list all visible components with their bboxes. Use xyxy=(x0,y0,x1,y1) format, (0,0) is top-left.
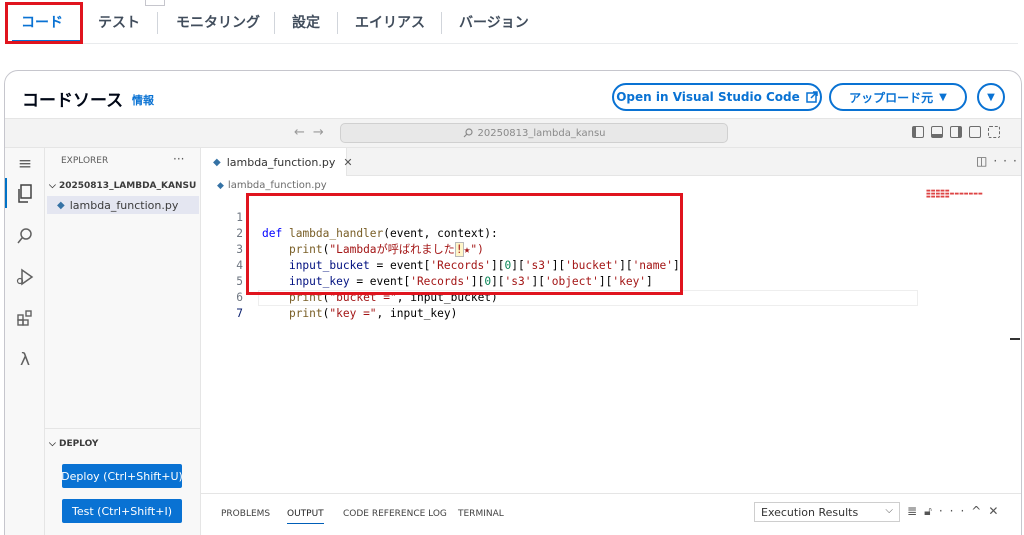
deploy-button[interactable]: Deploy (Ctrl+Shift+U) xyxy=(61,464,183,488)
breadcrumb[interactable]: ◆ lambda_function.py xyxy=(217,180,327,191)
chevron-down-icon: ⌵ xyxy=(49,181,56,191)
tab-divider xyxy=(441,12,442,34)
close-icon[interactable]: ✕ xyxy=(343,156,352,169)
breadcrumb-file: lambda_function.py xyxy=(227,180,327,191)
lock-icon[interactable]: 🔓︎ xyxy=(924,504,939,518)
explorer-title: EXPLORER xyxy=(61,156,109,166)
upload-from-button[interactable]: アップロード元 ▼ xyxy=(829,83,967,111)
run-debug-icon[interactable] xyxy=(13,265,37,289)
chevron-down-icon: ⌵ xyxy=(885,505,893,516)
toggle-secondary-sidebar-icon[interactable] xyxy=(950,126,962,138)
panel-actions: ≣🔓︎···^✕ xyxy=(907,504,1005,519)
explorer-sidebar: EXPLORER ··· ⌵ 20250813_LAMBDA_KANSU ◆ l… xyxy=(45,148,201,535)
open-vscode-button[interactable]: Open in Visual Studio Code xyxy=(612,83,822,111)
command-search-text: 20250813_lambda_kansu xyxy=(477,127,606,139)
collapse-panel-button[interactable]: ▼ xyxy=(977,83,1005,111)
editor-tab-strip: ◆ lambda_function.py ✕ ◫··· xyxy=(201,148,1021,176)
tab-test[interactable]: テスト xyxy=(98,12,140,32)
tab-versions[interactable]: バージョン xyxy=(459,12,529,32)
layout-controls xyxy=(912,126,1000,138)
scrollbar-marker[interactable] xyxy=(1010,338,1020,340)
search-icon[interactable] xyxy=(13,224,37,248)
active-view-indicator xyxy=(5,178,7,208)
toggle-panel-icon[interactable] xyxy=(931,126,943,138)
code-line: 1 def lambda_handler(event, context): xyxy=(201,194,921,240)
tab-divider xyxy=(274,12,275,34)
annotation-highlight-tab xyxy=(5,2,83,44)
python-file-icon: ◆ xyxy=(57,199,65,211)
chevron-down-icon: ⌵ xyxy=(49,439,56,449)
word-wrap-icon[interactable]: ≣ xyxy=(907,504,924,518)
code-editor: ◆ lambda_function.py ✕ ◫··· ◆ lambda_fun… xyxy=(201,148,1021,535)
arrow-right-icon[interactable]: → xyxy=(313,125,332,140)
folder-item[interactable]: ⌵ 20250813_LAMBDA_KANSU xyxy=(49,181,196,191)
search-icon xyxy=(463,128,473,138)
tab-problems[interactable]: PROBLEMS xyxy=(221,509,270,519)
folder-name: 20250813_LAMBDA_KANSU xyxy=(58,181,197,191)
split-editor-icon[interactable]: ◫ xyxy=(976,154,993,168)
code-line: 4 input_key = event['Records'][0]['s3'][… xyxy=(201,242,921,288)
line-number: 7 xyxy=(236,307,243,320)
tab-bar-border xyxy=(8,43,1018,44)
code-line: 5 print("bucket =", input_bucket) xyxy=(201,258,921,304)
toggle-sidebar-icon[interactable] xyxy=(912,126,924,138)
nav-arrows[interactable]: ←→ xyxy=(294,125,332,140)
test-button[interactable]: Test (Ctrl+Shift+I) xyxy=(62,499,182,523)
tab-aliases[interactable]: エイリアス xyxy=(355,12,425,32)
tab-divider xyxy=(337,12,338,34)
code-string: "key =" xyxy=(329,307,377,320)
python-file-icon: ◆ xyxy=(217,180,224,191)
caret-down-icon: ▼ xyxy=(987,91,995,103)
external-link-icon xyxy=(806,91,818,103)
file-name: lambda_function.py xyxy=(69,198,179,212)
editor-tab[interactable]: ◆ lambda_function.py ✕ xyxy=(201,148,353,176)
output-channel-select[interactable]: Execution Results ⌵ xyxy=(754,502,900,522)
deploy-title: DEPLOY xyxy=(58,439,99,449)
caret-down-icon: ▼ xyxy=(939,91,947,103)
activity-bar: ≡ λ xyxy=(5,148,45,535)
arrow-left-icon[interactable]: ← xyxy=(294,125,313,140)
menu-icon[interactable]: ≡ xyxy=(13,152,37,176)
panel-title: コードソース xyxy=(22,91,124,111)
function-tab-bar: コード テスト モニタリング 設定 エイリアス バージョン xyxy=(0,0,1024,46)
lambda-icon[interactable]: λ xyxy=(13,348,37,372)
editor-actions: ◫··· xyxy=(976,154,1021,168)
more-actions-icon[interactable]: ··· xyxy=(993,154,1021,168)
output-channel-value: Execution Results xyxy=(761,505,859,519)
upload-from-label: アップロード元 xyxy=(849,90,934,105)
code-text: , input_key) xyxy=(376,307,458,320)
more-actions-icon[interactable]: ··· xyxy=(939,504,971,518)
maximize-panel-icon[interactable]: ^ xyxy=(971,504,988,518)
fullscreen-icon[interactable] xyxy=(988,126,1000,138)
minimap[interactable]: ▬▬▬▬▬ ▬▬▬▬▬▬▬▬▬▬▬▬ ▬▬▬▬▬ xyxy=(926,189,983,200)
python-file-icon: ◆ xyxy=(213,156,221,168)
command-search-box[interactable]: 20250813_lambda_kansu xyxy=(340,123,728,143)
current-line-highlight xyxy=(258,290,918,306)
tab-code-reference-log[interactable]: CODE REFERENCE LOG xyxy=(343,509,447,519)
tab-divider xyxy=(157,12,158,34)
editor-command-bar: ←→ 20250813_lambda_kansu xyxy=(5,118,1021,148)
more-actions-icon[interactable]: ··· xyxy=(173,152,184,166)
deploy-section-header[interactable]: ⌵ DEPLOY xyxy=(49,439,98,449)
info-link[interactable]: 情報 xyxy=(132,92,154,108)
code-line: 3 input_bucket = event['Records'][0]['s3… xyxy=(201,226,921,272)
code-line: 6 print("key =", input_key) xyxy=(201,274,921,320)
tab-monitoring[interactable]: モニタリング xyxy=(176,12,260,32)
code-function-call: print xyxy=(288,307,323,320)
tab-settings[interactable]: 設定 xyxy=(292,12,320,32)
tab-terminal[interactable]: TERMINAL xyxy=(458,509,504,519)
customize-layout-icon[interactable] xyxy=(969,126,981,138)
code-line: 2 print("Lambdaが呼ばれました!★") xyxy=(201,210,921,257)
extensions-icon[interactable] xyxy=(13,306,37,330)
explorer-files-icon[interactable] xyxy=(13,182,37,206)
open-vscode-label: Open in Visual Studio Code xyxy=(616,90,800,104)
overlay-stub xyxy=(145,0,165,6)
bottom-panel: PROBLEMS OUTPUT CODE REFERENCE LOG TERMI… xyxy=(201,493,1021,535)
tab-output[interactable]: OUTPUT xyxy=(287,509,324,524)
code-source-panel: コードソース 情報 Open in Visual Studio Code アップ… xyxy=(4,70,1022,535)
section-divider xyxy=(45,428,201,429)
close-icon[interactable]: ✕ xyxy=(988,504,1005,518)
file-item[interactable]: ◆ lambda_function.py xyxy=(47,196,199,214)
editor-tab-label: lambda_function.py xyxy=(226,155,336,169)
